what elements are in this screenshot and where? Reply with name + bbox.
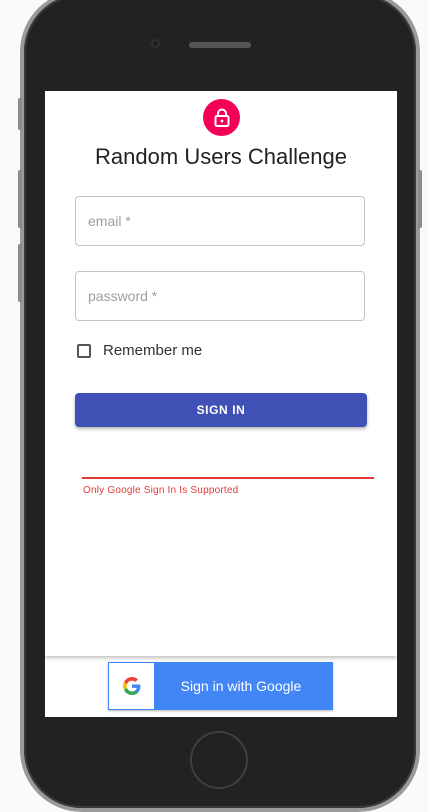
sign-in-button[interactable]: SIGN IN bbox=[75, 393, 367, 427]
earpiece-speaker bbox=[189, 42, 251, 48]
email-field[interactable] bbox=[75, 196, 365, 246]
google-icon bbox=[122, 677, 140, 695]
remember-me-label: Remember me bbox=[103, 342, 203, 359]
page-title: Random Users Challenge bbox=[95, 144, 347, 169]
app-screen: Random Users Challenge Remember me SIGN … bbox=[45, 91, 397, 717]
google-signin-button[interactable]: Sign in with Google bbox=[108, 662, 333, 710]
phone-volume-up bbox=[18, 170, 22, 228]
signin-card: Random Users Challenge Remember me SIGN … bbox=[45, 91, 397, 656]
email-input[interactable] bbox=[76, 197, 364, 245]
phone-power-button bbox=[418, 170, 422, 228]
lock-avatar bbox=[203, 99, 240, 136]
home-button[interactable] bbox=[190, 731, 248, 789]
google-signin-label: Sign in with Google bbox=[180, 678, 302, 694]
phone-mute-switch bbox=[18, 98, 22, 130]
password-field[interactable] bbox=[75, 271, 365, 321]
front-camera bbox=[151, 39, 160, 48]
google-logo-box bbox=[109, 663, 154, 709]
lock-icon bbox=[214, 108, 229, 127]
remember-me-row[interactable]: Remember me bbox=[77, 342, 202, 359]
password-input[interactable] bbox=[76, 272, 364, 320]
phone-volume-down bbox=[18, 244, 22, 302]
error-message: Only Google Sign In Is Supported bbox=[83, 485, 239, 496]
remember-me-checkbox[interactable] bbox=[77, 343, 91, 358]
error-underline bbox=[82, 477, 374, 479]
